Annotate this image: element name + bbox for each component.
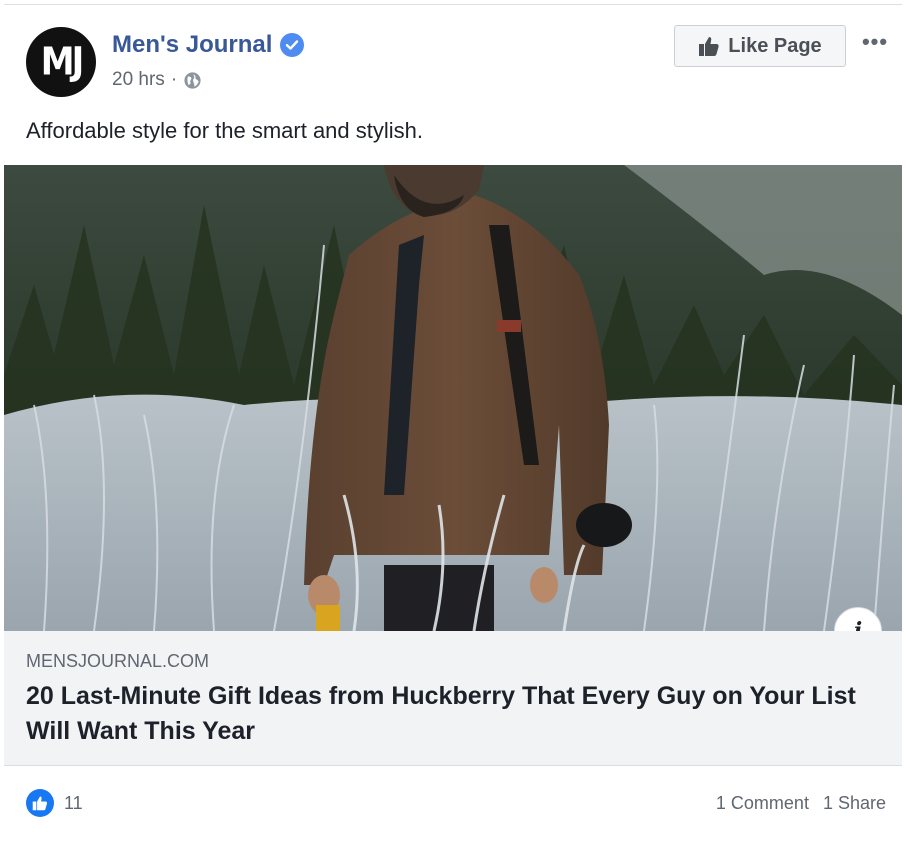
shares-link[interactable]: 1 Share [823, 793, 886, 814]
engagement-stats: 1 Comment 1 Share [716, 793, 886, 814]
man-in-frosted-field-photo [4, 165, 902, 631]
meta-separator: · [170, 69, 178, 90]
like-page-button[interactable]: Like Page [674, 25, 846, 67]
comments-link[interactable]: 1 Comment [716, 793, 809, 814]
link-headline[interactable]: 20 Last-Minute Gift Ideas from Huckberry… [26, 679, 866, 749]
like-page-label: Like Page [728, 34, 822, 57]
thumbs-up-icon [699, 37, 719, 56]
like-reaction-icon [26, 789, 54, 817]
verified-badge-icon [280, 33, 305, 57]
reactions-summary[interactable]: 11 [26, 789, 83, 817]
post-timestamp[interactable]: 20 hrs [112, 69, 165, 91]
link-domain: MENSJOURNAL.COM [26, 651, 210, 671]
globe-icon[interactable] [183, 71, 202, 90]
link-preview-box[interactable]: MENSJOURNAL.COM 20 Last-Minute Gift Idea… [4, 631, 902, 766]
avatar-logo-text: MJ [40, 39, 85, 85]
page-avatar[interactable]: MJ [26, 27, 96, 97]
post-card: MJ Men's Journal 20 hrs · Like Page ••• … [4, 4, 902, 846]
post-meta: 20 hrs · [112, 69, 202, 91]
link-preview-image[interactable] [4, 165, 902, 631]
page-name-link[interactable]: Men's Journal [112, 31, 272, 59]
reaction-count: 11 [64, 792, 83, 813]
post-footer: 11 1 Comment 1 Share [4, 781, 902, 829]
page-name-row: Men's Journal [112, 31, 305, 59]
post-caption: Affordable style for the smart and styli… [26, 118, 423, 143]
more-options-icon[interactable]: ••• [858, 29, 892, 55]
